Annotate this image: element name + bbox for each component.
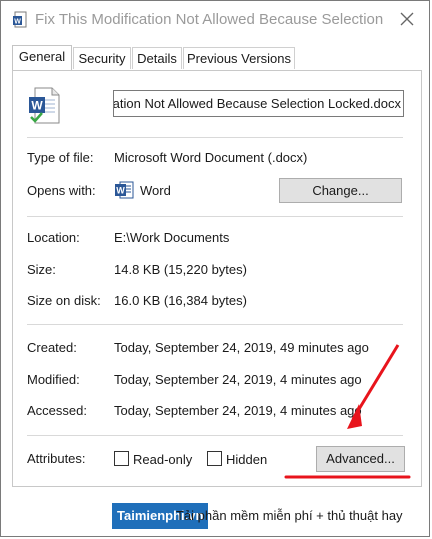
hidden-checkbox[interactable] bbox=[207, 451, 222, 466]
created-value: Today, September 24, 2019, 49 minutes ag… bbox=[114, 340, 369, 355]
divider bbox=[27, 435, 403, 436]
read-only-label[interactable]: Read-only bbox=[133, 452, 192, 467]
location-value: E:\Work Documents bbox=[114, 230, 230, 245]
read-only-checkbox[interactable] bbox=[114, 451, 129, 466]
title-bar[interactable]: W Fix This Modification Not Allowed Beca… bbox=[1, 1, 429, 39]
brand-tagline: Tải phần mềm miễn phí + thủ thuật hay bbox=[176, 508, 403, 523]
accessed-value: Today, September 24, 2019, 4 minutes ago bbox=[114, 403, 362, 418]
change-button[interactable]: Change... bbox=[279, 178, 402, 203]
tab-strip: General Security Details Previous Versio… bbox=[12, 45, 422, 71]
word-app-icon: W bbox=[115, 181, 134, 199]
tab-details[interactable]: Details bbox=[132, 47, 182, 69]
size-value: 14.8 KB (15,220 bytes) bbox=[114, 262, 247, 277]
tab-general[interactable]: General bbox=[12, 45, 72, 70]
window-title: Fix This Modification Not Allowed Becaus… bbox=[35, 11, 387, 28]
general-panel bbox=[12, 70, 422, 487]
location-label: Location: bbox=[27, 230, 80, 245]
divider bbox=[27, 216, 403, 217]
accessed-label: Accessed: bbox=[27, 403, 87, 418]
divider bbox=[27, 137, 403, 138]
file-name-value: cation Not Allowed Because Selection Loc… bbox=[113, 96, 401, 111]
divider bbox=[27, 324, 403, 325]
attributes-label: Attributes: bbox=[27, 451, 86, 466]
svg-text:W: W bbox=[116, 186, 125, 196]
modified-value: Today, September 24, 2019, 4 minutes ago bbox=[114, 372, 362, 387]
modified-label: Modified: bbox=[27, 372, 80, 387]
svg-text:W: W bbox=[31, 99, 43, 113]
file-name-field[interactable]: cation Not Allowed Because Selection Loc… bbox=[113, 90, 404, 117]
properties-window: W Fix This Modification Not Allowed Beca… bbox=[0, 0, 430, 537]
opens-with-value: Word bbox=[140, 183, 171, 198]
type-of-file-value: Microsoft Word Document (.docx) bbox=[114, 150, 308, 165]
advanced-button[interactable]: Advanced... bbox=[316, 446, 405, 472]
hidden-label[interactable]: Hidden bbox=[226, 452, 267, 467]
document-icon: W bbox=[13, 11, 27, 28]
tab-previous-versions[interactable]: Previous Versions bbox=[183, 47, 295, 69]
word-file-icon: W bbox=[29, 87, 60, 124]
size-on-disk-label: Size on disk: bbox=[27, 293, 101, 308]
tab-security[interactable]: Security bbox=[73, 47, 131, 69]
svg-text:W: W bbox=[14, 19, 21, 26]
size-label: Size: bbox=[27, 262, 56, 277]
type-of-file-label: Type of file: bbox=[27, 150, 94, 165]
size-on-disk-value: 16.0 KB (16,384 bytes) bbox=[114, 293, 247, 308]
created-label: Created: bbox=[27, 340, 77, 355]
close-icon[interactable] bbox=[397, 9, 417, 29]
opens-with-label: Opens with: bbox=[27, 183, 96, 198]
